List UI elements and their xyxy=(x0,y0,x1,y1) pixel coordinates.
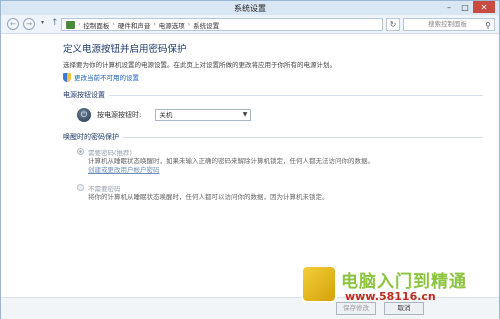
require-password-label: 需要密码(推荐) xyxy=(88,149,133,157)
control-panel-icon xyxy=(66,20,75,29)
watermark-url: www.58116.cn xyxy=(345,290,436,303)
breadcrumb-item[interactable]: 控制面板 xyxy=(83,20,109,30)
power-button-label: 按电源按钮时: xyxy=(97,111,142,119)
power-button-row: ⏻ 按电源按钮时: 关机 ▼ xyxy=(77,108,483,122)
chevron-down-icon: ▼ xyxy=(242,111,248,118)
window-title: 系统设置 xyxy=(234,4,266,13)
navigation-bar: ← → ▾ ↑ › 控制面板 › 硬件和声音 › 电源选项 › 系统设置 ↻ 搜… xyxy=(1,15,499,34)
history-dropdown-icon[interactable]: ▾ xyxy=(41,19,44,26)
require-password-option[interactable]: 需要密码(推荐) xyxy=(77,147,483,157)
watermark: 电脑入门到精通 www.58116.cn xyxy=(301,265,497,307)
change-unavailable-settings-link[interactable]: 更改当前不可用的设置 xyxy=(63,72,483,82)
close-button[interactable]: ✕ xyxy=(473,1,495,13)
uac-shield-icon xyxy=(63,72,71,82)
create-password-link[interactable]: 创建或更改用户帐户密码 xyxy=(88,166,160,174)
power-section-header: 电源按钮设置 xyxy=(63,90,483,100)
minimize-button[interactable]: – xyxy=(441,1,457,13)
breadcrumb-item[interactable]: 电源选项 xyxy=(159,20,185,30)
wake-section-header: 唤醒时的密码保护 xyxy=(63,132,483,142)
no-password-radio[interactable] xyxy=(77,184,84,191)
no-password-label: 不需要密码 xyxy=(88,185,121,193)
change-unavailable-label[interactable]: 更改当前不可用的设置 xyxy=(74,72,139,82)
search-placeholder: 搜索控制面板 xyxy=(428,20,467,28)
title-bar: 系统设置 – □ ✕ xyxy=(1,1,499,15)
watermark-logo xyxy=(301,265,337,303)
breadcrumb-item[interactable]: 系统设置 xyxy=(193,20,219,30)
maximize-button[interactable]: □ xyxy=(457,1,473,13)
forward-button[interactable]: → xyxy=(23,18,35,30)
power-button-action-select[interactable]: 关机 ▼ xyxy=(155,109,252,121)
wake-section-title: 唤醒时的密码保护 xyxy=(63,133,119,141)
search-input[interactable]: 搜索控制面板 ⚲ xyxy=(403,18,495,31)
up-arrow-icon[interactable]: ↑ xyxy=(51,18,59,28)
no-password-description: 将你的计算机从睡眠状态唤醒时，任何人都可以访问你的数据，因为计算机未锁定。 xyxy=(88,193,329,201)
page-title: 定义电源按钮并启用密码保护 xyxy=(63,44,187,55)
no-password-option[interactable]: 不需要密码 xyxy=(77,183,483,193)
address-bar[interactable]: › 控制面板 › 硬件和声音 › 电源选项 › 系统设置 xyxy=(61,18,383,31)
window-controls: – □ ✕ xyxy=(441,1,495,13)
refresh-button[interactable]: ↻ xyxy=(386,18,400,31)
search-icon[interactable]: ⚲ xyxy=(485,20,491,31)
system-settings-window: 系统设置 – □ ✕ ← → ▾ ↑ › 控制面板 › 硬件和声音 › 电源选项… xyxy=(0,0,500,319)
power-button-value: 关机 xyxy=(159,111,173,119)
breadcrumb-item[interactable]: 硬件和声音 xyxy=(118,20,151,30)
power-icon: ⏻ xyxy=(77,108,91,122)
watermark-title: 电脑入门到精通 xyxy=(341,272,467,292)
main-content: 定义电源按钮并启用密码保护 选择要为你的计算机设置的电源设置。在此页上对设置所做… xyxy=(63,41,483,202)
require-password-radio[interactable] xyxy=(77,148,84,155)
intro-text: 选择要为你的计算机设置的电源设置。在此页上对设置所做的更改将应用于你所有的电源计… xyxy=(63,61,336,69)
power-section-title: 电源按钮设置 xyxy=(63,91,105,99)
back-button[interactable]: ← xyxy=(7,18,19,30)
require-password-description: 计算机从睡眠状态唤醒时，如果未输入正确的密码来解除计算机锁定，任何人都无法访问你… xyxy=(88,157,374,174)
